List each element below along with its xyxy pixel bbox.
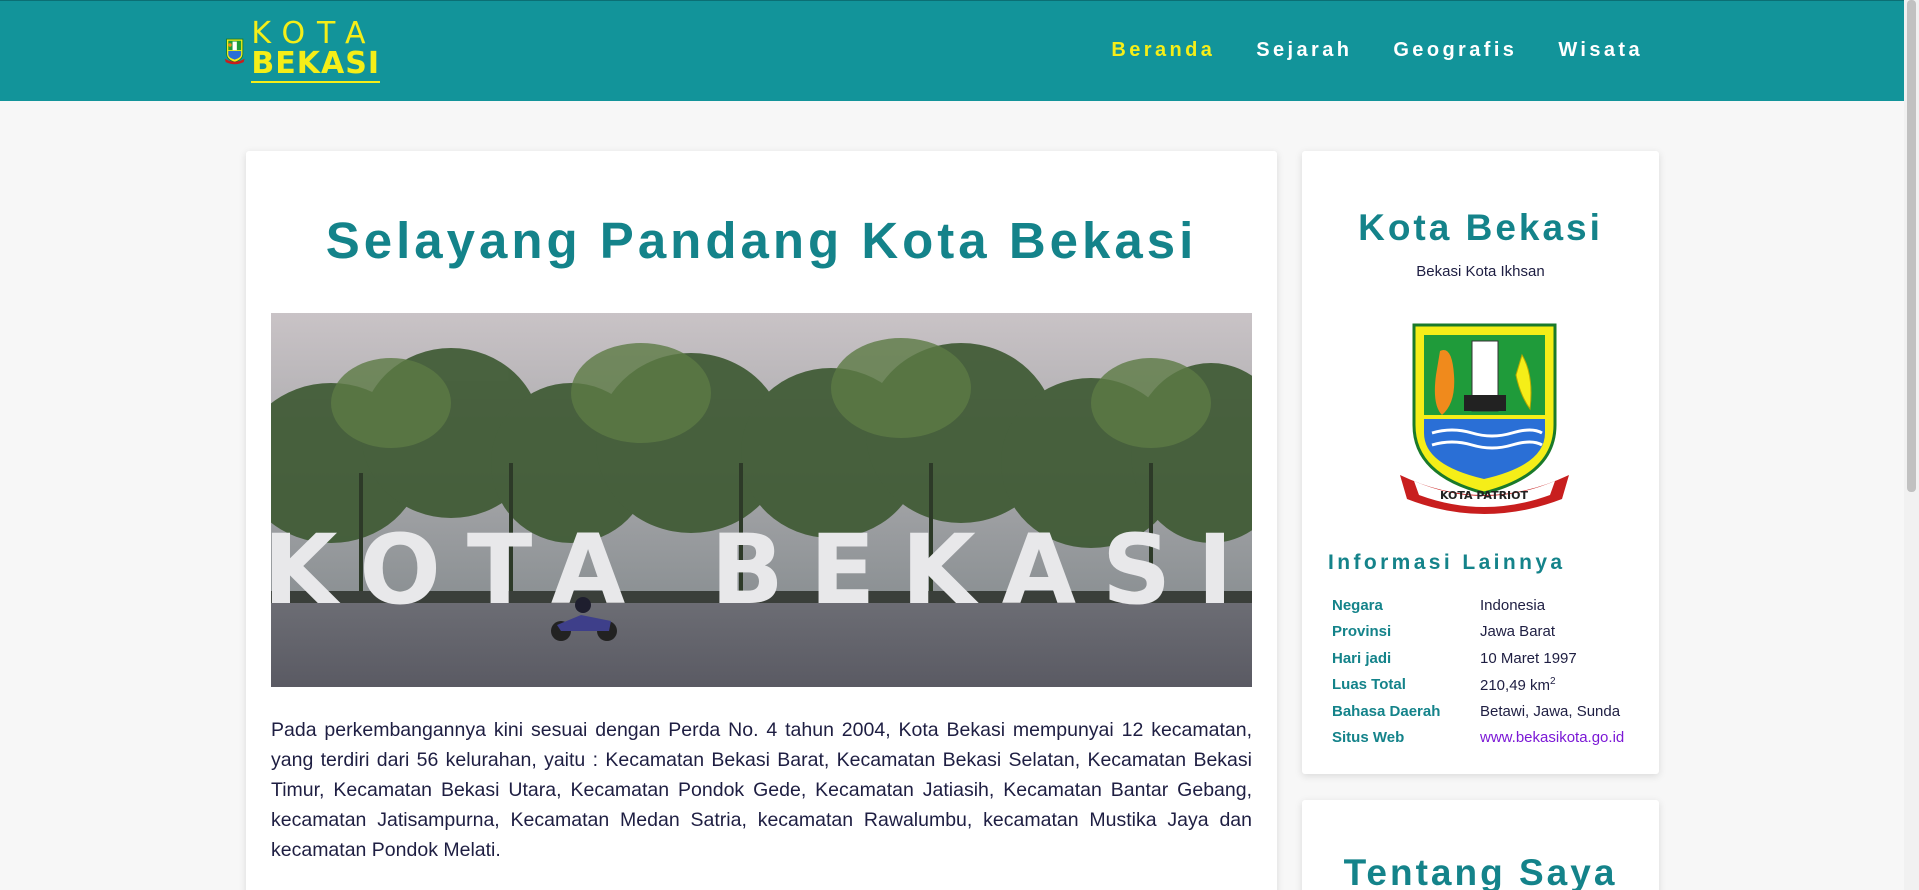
intro-paragraph: Pada perkembangannya kini sesuai dengan …	[271, 719, 1252, 861]
page-title: Selayang Pandang Kota Bekasi	[325, 212, 1198, 269]
about-title: Tentang Saya	[1343, 852, 1618, 890]
info-value: Betawi, Jawa, Sunda	[1480, 702, 1621, 720]
city-motto: Bekasi Kota Ikhsan	[1416, 263, 1545, 280]
info-key: Luas Total	[1332, 676, 1406, 694]
info-key: Provinsi	[1332, 623, 1392, 641]
scrollbar-thumb[interactable]	[1907, 0, 1916, 492]
area-unit-exponent: 2	[1550, 675, 1556, 687]
main-nav: Beranda Sejarah Geografis Wisata	[1070, 39, 1643, 62]
info-key: Bahasa Daerah	[1332, 702, 1441, 720]
about-card: Tentang Saya	[1302, 800, 1659, 890]
main-content-card: Selayang Pandang Kota Bekasi KOTA BEKASI…	[246, 151, 1277, 890]
nav-link-geografis[interactable]: Geografis	[1393, 39, 1517, 62]
info-row-luas-total: Luas Total 210,49 km2	[1332, 672, 1642, 699]
nav-link-beranda[interactable]: Beranda	[1111, 39, 1215, 62]
info-table: Negara Indonesia Provinsi Jawa Barat Har…	[1332, 592, 1642, 751]
emblem-ribbon-text: KOTA PATRIOT	[1440, 489, 1529, 502]
website-link[interactable]: www.bekasikota.go.id	[1480, 729, 1624, 746]
hero-image: KOTA BEKASI	[271, 313, 1252, 687]
info-value: Indonesia	[1480, 596, 1546, 614]
info-row-bahasa-daerah: Bahasa Daerah Betawi, Jawa, Sunda	[1332, 698, 1642, 725]
info-value: Jawa Barat	[1480, 623, 1556, 641]
logo-text-line1: KOTA	[251, 16, 378, 51]
city-coat-of-arms-icon: KOTA PATRIOT	[1400, 323, 1569, 514]
site-logo[interactable]: KOTA BEKASI	[224, 17, 380, 85]
area-value: 210,49 km	[1480, 676, 1551, 694]
info-row-provinsi: Provinsi Jawa Barat	[1332, 619, 1642, 646]
city-info-card: Kota Bekasi Bekasi Kota Ikhsan KOTA PATR…	[1302, 151, 1659, 774]
info-key: Hari jadi	[1332, 649, 1392, 667]
info-value: 210,49 km2	[1480, 676, 1556, 694]
city-info-title: Kota Bekasi	[1358, 207, 1603, 248]
page-scrollbar[interactable]	[1904, 0, 1919, 890]
info-heading: Informasi Lainnya	[1328, 551, 1566, 574]
info-row-hari-jadi: Hari jadi 10 Maret 1997	[1332, 645, 1642, 672]
hero-sign-text: KOTA BEKASI	[271, 514, 1252, 626]
nav-link-sejarah[interactable]: Sejarah	[1256, 39, 1352, 62]
info-value: 10 Maret 1997	[1480, 649, 1577, 667]
info-row-negara: Negara Indonesia	[1332, 592, 1642, 619]
logo-text-line2: BEKASI	[251, 46, 380, 81]
info-key: Situs Web	[1332, 729, 1405, 747]
info-row-situs-web: Situs Web www.bekasikota.go.id	[1332, 725, 1642, 752]
city-emblem-icon	[224, 38, 245, 65]
nav-link-wisata[interactable]: Wisata	[1558, 39, 1643, 62]
site-header: KOTA BEKASI Beranda Sejarah Geografis Wi…	[0, 0, 1919, 101]
info-key: Negara	[1332, 596, 1383, 614]
